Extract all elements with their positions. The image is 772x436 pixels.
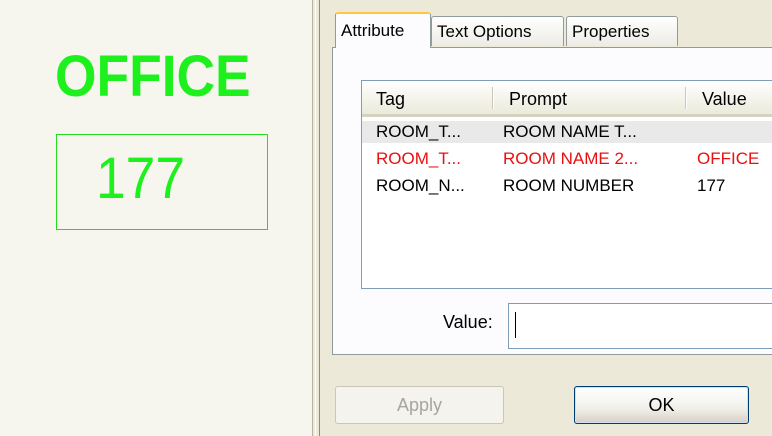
row-prompt: ROOM NAME 2... xyxy=(503,149,639,168)
apply-button[interactable]: Apply xyxy=(335,386,504,424)
tab-attribute[interactable]: Attribute xyxy=(335,12,431,48)
column-separator[interactable] xyxy=(492,87,494,109)
table-row[interactable]: ROOM_T... ROOM NAME 2... OFFICE xyxy=(362,148,772,170)
row-tag: ROOM_N... xyxy=(376,176,465,195)
row-tag: ROOM_T... xyxy=(376,122,462,141)
column-header-prompt[interactable]: Prompt xyxy=(495,81,685,114)
column-header-tag[interactable]: Tag xyxy=(362,81,492,114)
row-value: 177 xyxy=(697,176,726,195)
row-value: OFFICE xyxy=(697,149,760,168)
room-number-text[interactable]: 177 xyxy=(96,150,185,208)
value-field-label: Value: xyxy=(443,312,493,332)
tab-properties[interactable]: Properties xyxy=(566,16,678,46)
attribute-list[interactable]: Tag Prompt Value ROOM_T... ROOM NAME T..… xyxy=(361,80,772,289)
table-row[interactable]: ROOM_N... ROOM NUMBER 177 xyxy=(362,175,772,197)
column-header-value[interactable]: Value xyxy=(688,81,772,114)
value-input[interactable] xyxy=(508,303,772,349)
list-header: Tag Prompt Value xyxy=(362,81,772,117)
column-separator[interactable] xyxy=(685,87,687,109)
room-name-text[interactable]: OFFICE xyxy=(55,48,251,106)
ok-button[interactable]: OK xyxy=(574,386,749,424)
drawing-canvas[interactable]: OFFICE 177 xyxy=(0,0,312,436)
row-prompt: ROOM NAME T... xyxy=(503,122,637,141)
pane-splitter[interactable] xyxy=(312,0,320,436)
text-caret xyxy=(515,312,516,338)
table-row[interactable]: ROOM_T... ROOM NAME T... xyxy=(362,121,772,143)
row-tag: ROOM_T... xyxy=(376,149,462,168)
tab-text-options[interactable]: Text Options xyxy=(431,16,564,46)
row-prompt: ROOM NUMBER xyxy=(503,176,635,195)
